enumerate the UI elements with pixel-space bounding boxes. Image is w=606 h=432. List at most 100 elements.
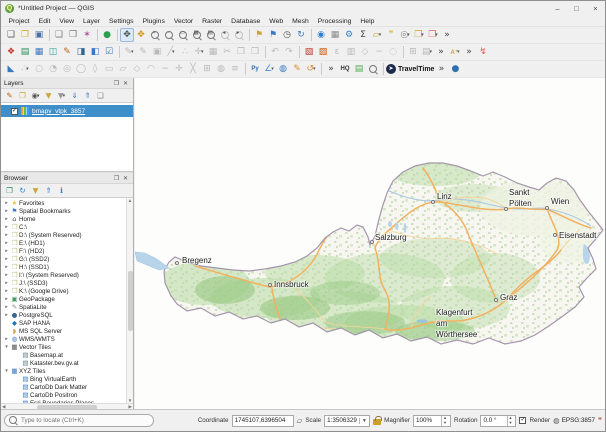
menu-web[interactable]: Web — [265, 18, 288, 25]
add-wms-layer-icon[interactable]: ◧ — [88, 45, 102, 59]
add-postgis-layer-icon[interactable]: ◨ — [74, 45, 88, 59]
show-spatial-bookmarks-icon[interactable]: ⚑ — [266, 28, 280, 42]
menu-database[interactable]: Database — [227, 18, 265, 25]
browser-item-i-system-reserved[interactable]: ▸❐I:\ (System Reserved) — [1, 271, 133, 279]
collapse-browser-icon[interactable]: ⇑ — [43, 185, 54, 196]
browser-item-f-hd2[interactable]: ▸❐F:\ (HD2) — [1, 247, 133, 255]
browser-item-k-google-drive[interactable]: ▸❐K:\ (Google Drive) — [1, 287, 133, 295]
layers-panel-close-button[interactable]: ✕ — [121, 80, 130, 87]
filter-legend-icon[interactable]: ▼ — [43, 90, 54, 101]
hq-plugin-icon[interactable]: HQ — [338, 62, 352, 76]
browser-item-postgresql[interactable]: ▸●PostgreSQL — [1, 311, 133, 319]
scale-combo[interactable]: 1:3506329▼ — [324, 415, 370, 427]
duplicate-layer-shortcut-icon[interactable]: ❒▾ — [426, 28, 440, 42]
add-raster-layer-icon[interactable]: ▦ — [32, 45, 46, 59]
expander-icon[interactable]: ▸ — [3, 312, 10, 318]
locator-input[interactable] — [21, 417, 149, 424]
deselect-features-icon[interactable]: ▨ — [316, 45, 330, 59]
filter-legend-by-expression-icon[interactable]: ▼▾ — [56, 90, 67, 101]
menu-plugins[interactable]: Plugins — [138, 18, 169, 25]
add-group-icon[interactable]: ❐ — [17, 90, 28, 101]
expander-icon[interactable]: ▸ — [3, 208, 10, 214]
filter-browser-icon[interactable]: ▼ — [30, 185, 41, 196]
minimize-button[interactable]: – — [548, 1, 567, 16]
data-source-manager-icon[interactable]: ❖ — [4, 45, 18, 59]
messages-icon[interactable]: ❞ — [598, 416, 602, 425]
browser-item-bing-virtualearth[interactable]: ▤Bing VirtualEarth — [1, 375, 133, 383]
map-tips-icon[interactable]: ❞ — [384, 28, 398, 42]
browser-properties-icon[interactable]: ℹ — [56, 185, 67, 196]
expander-icon[interactable]: ▸ — [3, 304, 10, 310]
refresh-map-icon[interactable]: ↻ — [294, 28, 308, 42]
menu-settings[interactable]: Settings — [105, 18, 139, 25]
manage-map-themes-icon[interactable]: ◉▾ — [30, 90, 41, 101]
expander-icon[interactable]: ▸ — [3, 248, 10, 254]
expander-icon[interactable]: ▸ — [3, 256, 10, 262]
expander-icon[interactable]: ▾ — [3, 344, 10, 350]
save-project-icon[interactable]: ▣ — [32, 28, 46, 42]
open-project-icon[interactable]: ❐ — [18, 28, 32, 42]
open-layer-styling-panel-icon[interactable]: ✎ — [4, 90, 15, 101]
menu-edit[interactable]: Edit — [34, 18, 55, 25]
open-attribute-table-icon[interactable]: ▦ — [328, 28, 342, 42]
expander-icon[interactable]: ▸ — [3, 200, 10, 206]
browser-item-home[interactable]: ▸⌂Home — [1, 215, 133, 223]
render-checkbox[interactable]: ✓ — [519, 417, 526, 424]
style-manager-icon[interactable]: ✶ — [80, 28, 94, 42]
locator-box[interactable] — [4, 414, 154, 427]
expander-icon[interactable]: ▸ — [3, 296, 10, 302]
crs-status[interactable]: ◍EPSG:3857 — [553, 416, 595, 425]
menu-layer[interactable]: Layer — [78, 18, 104, 25]
layer-checkbox[interactable]: ✓ — [11, 108, 18, 115]
add-mesh-layer-icon[interactable]: ◫ — [46, 45, 60, 59]
globe-plugin-icon[interactable]: ● — [448, 62, 462, 76]
statistics-panel-icon[interactable]: Σ — [356, 28, 370, 42]
expander-icon[interactable]: ▸ — [3, 216, 10, 222]
expander-icon[interactable]: ▸ — [3, 224, 10, 230]
browser-item-c[interactable]: ▸❐C:\ — [1, 223, 133, 231]
maximize-button[interactable]: □ — [567, 1, 586, 16]
add-vector-tile-layer-icon[interactable]: ☑ — [102, 45, 116, 59]
browser-item-favorites[interactable]: ▸★Favorites — [1, 199, 133, 207]
processing-history-icon[interactable]: ↺▾ — [304, 62, 318, 76]
browser-item-esri-boundaries-places[interactable]: ▤Esri Boundaries Places — [1, 399, 133, 403]
expander-icon[interactable]: ▸ — [3, 264, 10, 270]
toolbar-overflow-3b-icon[interactable]: » — [434, 62, 448, 76]
add-selected-layers-icon[interactable]: ❐ — [4, 185, 15, 196]
new-spatial-bookmark-icon[interactable]: ⚑ — [252, 28, 266, 42]
search-layers-plugin-icon[interactable] — [366, 62, 380, 76]
refresh-browser-icon[interactable]: ↻ — [17, 185, 28, 196]
zoom-out-icon[interactable]: − — [162, 28, 176, 42]
rotation-spinbox[interactable]: 0.0 °▲▼ — [480, 415, 516, 427]
browser-panel-float-button[interactable]: ❐ — [112, 175, 121, 182]
map-canvas[interactable]: BregenzInnsbruckSalzburgLinzSanktPöltenW… — [135, 78, 605, 409]
zoom-in-icon[interactable]: + — [148, 28, 162, 42]
sketch-tool-icon[interactable]: ✎ — [290, 62, 304, 76]
elevation-profile-icon[interactable]: ∠▾ — [262, 62, 276, 76]
remove-layer-icon[interactable]: ❑ — [95, 90, 106, 101]
browser-item-ms-sql-server[interactable]: ◗MS SQL Server — [1, 327, 133, 335]
browser-panel-close-button[interactable]: ✕ — [121, 175, 130, 182]
pan-to-selection-icon[interactable]: ✥ — [134, 28, 148, 42]
toolbar-overflow-2b-icon[interactable]: » — [462, 45, 476, 59]
browser-item-geopackage[interactable]: ▸▣GeoPackage — [1, 295, 133, 303]
chart-plugin-icon[interactable]: ▤ — [352, 62, 366, 76]
python-console-icon[interactable]: Py — [248, 62, 262, 76]
expander-icon[interactable]: ▸ — [3, 232, 10, 238]
menu-processing[interactable]: Processing — [313, 18, 356, 25]
expander-icon[interactable]: ▾ — [3, 368, 10, 374]
browser-item-spatial-bookmarks[interactable]: ▸⚑Spatial Bookmarks — [1, 207, 133, 215]
expander-icon[interactable]: ▸ — [3, 240, 10, 246]
expander-icon[interactable]: ▸ — [3, 272, 10, 278]
collapse-all-icon[interactable]: ⇑ — [82, 90, 93, 101]
toolbar-overflow-1-icon[interactable]: » — [440, 28, 454, 42]
measure-icon[interactable]: ▱▾ — [370, 28, 384, 42]
browser-item-sap-hana[interactable]: ◆SAP HANA — [1, 319, 133, 327]
layers-panel-float-button[interactable]: ❐ — [112, 80, 121, 87]
orange-swirl-plugin-icon[interactable]: ↯ — [476, 45, 490, 59]
advanced-digitizing-panel-icon[interactable]: ◣ — [4, 62, 18, 76]
new-print-layout-icon[interactable]: ❏ — [52, 28, 66, 42]
browser-item-vector-tiles[interactable]: ▾▦Vector Tiles — [1, 343, 133, 351]
browser-item-kataster-bev-gv-at[interactable]: ▤Kataster.bev.gv.at — [1, 359, 133, 367]
menu-help[interactable]: Help — [356, 18, 379, 25]
